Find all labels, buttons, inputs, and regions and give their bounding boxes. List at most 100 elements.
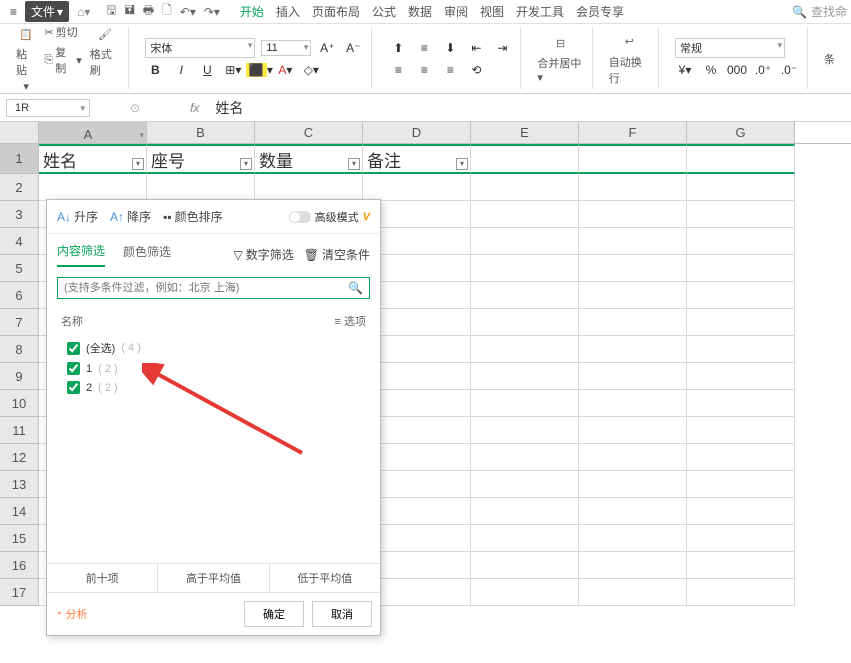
- search-box[interactable]: 🔍查找命: [792, 3, 847, 20]
- row-header[interactable]: 17: [0, 579, 39, 606]
- formula-value[interactable]: 姓名: [215, 98, 243, 118]
- filter-item[interactable]: 1 ( 2 ): [61, 359, 366, 378]
- cell[interactable]: [579, 255, 687, 282]
- filter-checkbox[interactable]: [67, 381, 80, 394]
- save-icon[interactable]: 🖫: [106, 1, 116, 22]
- tab-layout[interactable]: 页面布局: [312, 3, 360, 20]
- filter-item[interactable]: (全选) ( 4 ): [61, 337, 366, 359]
- row-header[interactable]: 12: [0, 444, 39, 471]
- col-header[interactable]: A: [39, 122, 147, 143]
- cell[interactable]: [471, 144, 579, 174]
- numfmt-select[interactable]: 常规: [675, 38, 785, 58]
- row-header[interactable]: 1: [0, 144, 39, 174]
- print-icon[interactable]: 🖶: [143, 1, 154, 22]
- above-avg-button[interactable]: 高于平均值: [158, 564, 269, 592]
- cell[interactable]: [147, 174, 255, 201]
- cell[interactable]: [579, 552, 687, 579]
- cancel-icon[interactable]: ⊙: [130, 101, 140, 115]
- cell[interactable]: [687, 282, 795, 309]
- percent-icon[interactable]: %: [701, 60, 721, 80]
- tab-formula[interactable]: 公式: [372, 3, 396, 20]
- cell[interactable]: 座号▾: [147, 144, 255, 174]
- row-header[interactable]: 16: [0, 552, 39, 579]
- filter-item[interactable]: 2 ( 2 ): [61, 378, 366, 397]
- cell[interactable]: [687, 579, 795, 606]
- cell[interactable]: 备注▾: [363, 144, 471, 174]
- tab-data[interactable]: 数据: [408, 3, 432, 20]
- saveas-icon[interactable]: 🖬: [125, 1, 135, 22]
- align-center-icon[interactable]: ≡: [414, 60, 434, 80]
- list-options-button[interactable]: ≡ 选项: [335, 313, 366, 329]
- row-header[interactable]: 15: [0, 525, 39, 552]
- cell[interactable]: [579, 336, 687, 363]
- tab-dev[interactable]: 开发工具: [516, 3, 564, 20]
- cell[interactable]: [471, 579, 579, 606]
- align-bot-icon[interactable]: ⬇: [440, 38, 460, 58]
- analyze-button[interactable]: ◔分析: [55, 606, 88, 622]
- row-header[interactable]: 9: [0, 363, 39, 390]
- font-select[interactable]: 宋体: [145, 38, 255, 58]
- row-header[interactable]: 13: [0, 471, 39, 498]
- cell[interactable]: [687, 309, 795, 336]
- currency-icon[interactable]: ¥▾: [675, 60, 695, 80]
- filter-checkbox[interactable]: [67, 362, 80, 375]
- filter-search[interactable]: 🔍: [57, 277, 370, 299]
- bold-button[interactable]: B: [145, 60, 165, 80]
- advanced-toggle[interactable]: 高级模式 V: [289, 209, 370, 225]
- preview-icon[interactable]: 🗋: [162, 1, 172, 22]
- cell[interactable]: [687, 390, 795, 417]
- cell[interactable]: [579, 201, 687, 228]
- col-header[interactable]: D: [363, 122, 471, 143]
- col-header[interactable]: C: [255, 122, 363, 143]
- row-header[interactable]: 7: [0, 309, 39, 336]
- cell[interactable]: [687, 363, 795, 390]
- cell[interactable]: 数量▾: [255, 144, 363, 174]
- cell[interactable]: [687, 417, 795, 444]
- shrink-font-icon[interactable]: A⁻: [343, 38, 363, 58]
- tab-vip[interactable]: 会员专享: [576, 3, 624, 20]
- cell[interactable]: [471, 498, 579, 525]
- cell[interactable]: [471, 282, 579, 309]
- col-header[interactable]: G: [687, 122, 795, 143]
- row-header[interactable]: 10: [0, 390, 39, 417]
- cell[interactable]: [471, 417, 579, 444]
- cell[interactable]: [579, 390, 687, 417]
- undo-icon[interactable]: ↶▾: [180, 5, 196, 19]
- dec-dec-icon[interactable]: .0⁻: [779, 60, 799, 80]
- cell[interactable]: [363, 174, 471, 201]
- cell[interactable]: [255, 174, 363, 201]
- size-select[interactable]: 11: [261, 40, 311, 56]
- col-header[interactable]: E: [471, 122, 579, 143]
- comma-icon[interactable]: 000: [727, 60, 747, 80]
- row-header[interactable]: 6: [0, 282, 39, 309]
- row-header[interactable]: 2: [0, 174, 39, 201]
- row-header[interactable]: 14: [0, 498, 39, 525]
- cell[interactable]: [471, 201, 579, 228]
- cancel-button[interactable]: 取消: [312, 601, 372, 627]
- col-header[interactable]: F: [579, 122, 687, 143]
- below-avg-button[interactable]: 低于平均值: [270, 564, 380, 592]
- cell[interactable]: [471, 363, 579, 390]
- row-header[interactable]: 5: [0, 255, 39, 282]
- orient-icon[interactable]: ⟲: [466, 60, 486, 80]
- underline-button[interactable]: U: [197, 60, 217, 80]
- cell[interactable]: [687, 201, 795, 228]
- menu-icon[interactable]: ≡: [4, 3, 23, 21]
- filter-dropdown-icon[interactable]: ▾: [456, 158, 468, 170]
- grow-font-icon[interactable]: A⁺: [317, 38, 337, 58]
- fx-label[interactable]: fx: [190, 101, 199, 115]
- number-filter-button[interactable]: ▽数字筛选: [234, 246, 294, 263]
- align-top-icon[interactable]: ⬆: [388, 38, 408, 58]
- clear-format-icon[interactable]: ◇▾: [301, 60, 321, 80]
- cell[interactable]: [687, 471, 795, 498]
- cell[interactable]: [579, 498, 687, 525]
- cell[interactable]: [471, 228, 579, 255]
- row-header[interactable]: 3: [0, 201, 39, 228]
- cell[interactable]: [579, 444, 687, 471]
- cell[interactable]: [579, 174, 687, 201]
- cell[interactable]: [687, 525, 795, 552]
- align-mid-icon[interactable]: ≡: [414, 38, 434, 58]
- cell[interactable]: [579, 471, 687, 498]
- filter-dropdown-icon[interactable]: ▾: [240, 158, 252, 170]
- clear-button[interactable]: 🗑清空条件: [304, 246, 370, 263]
